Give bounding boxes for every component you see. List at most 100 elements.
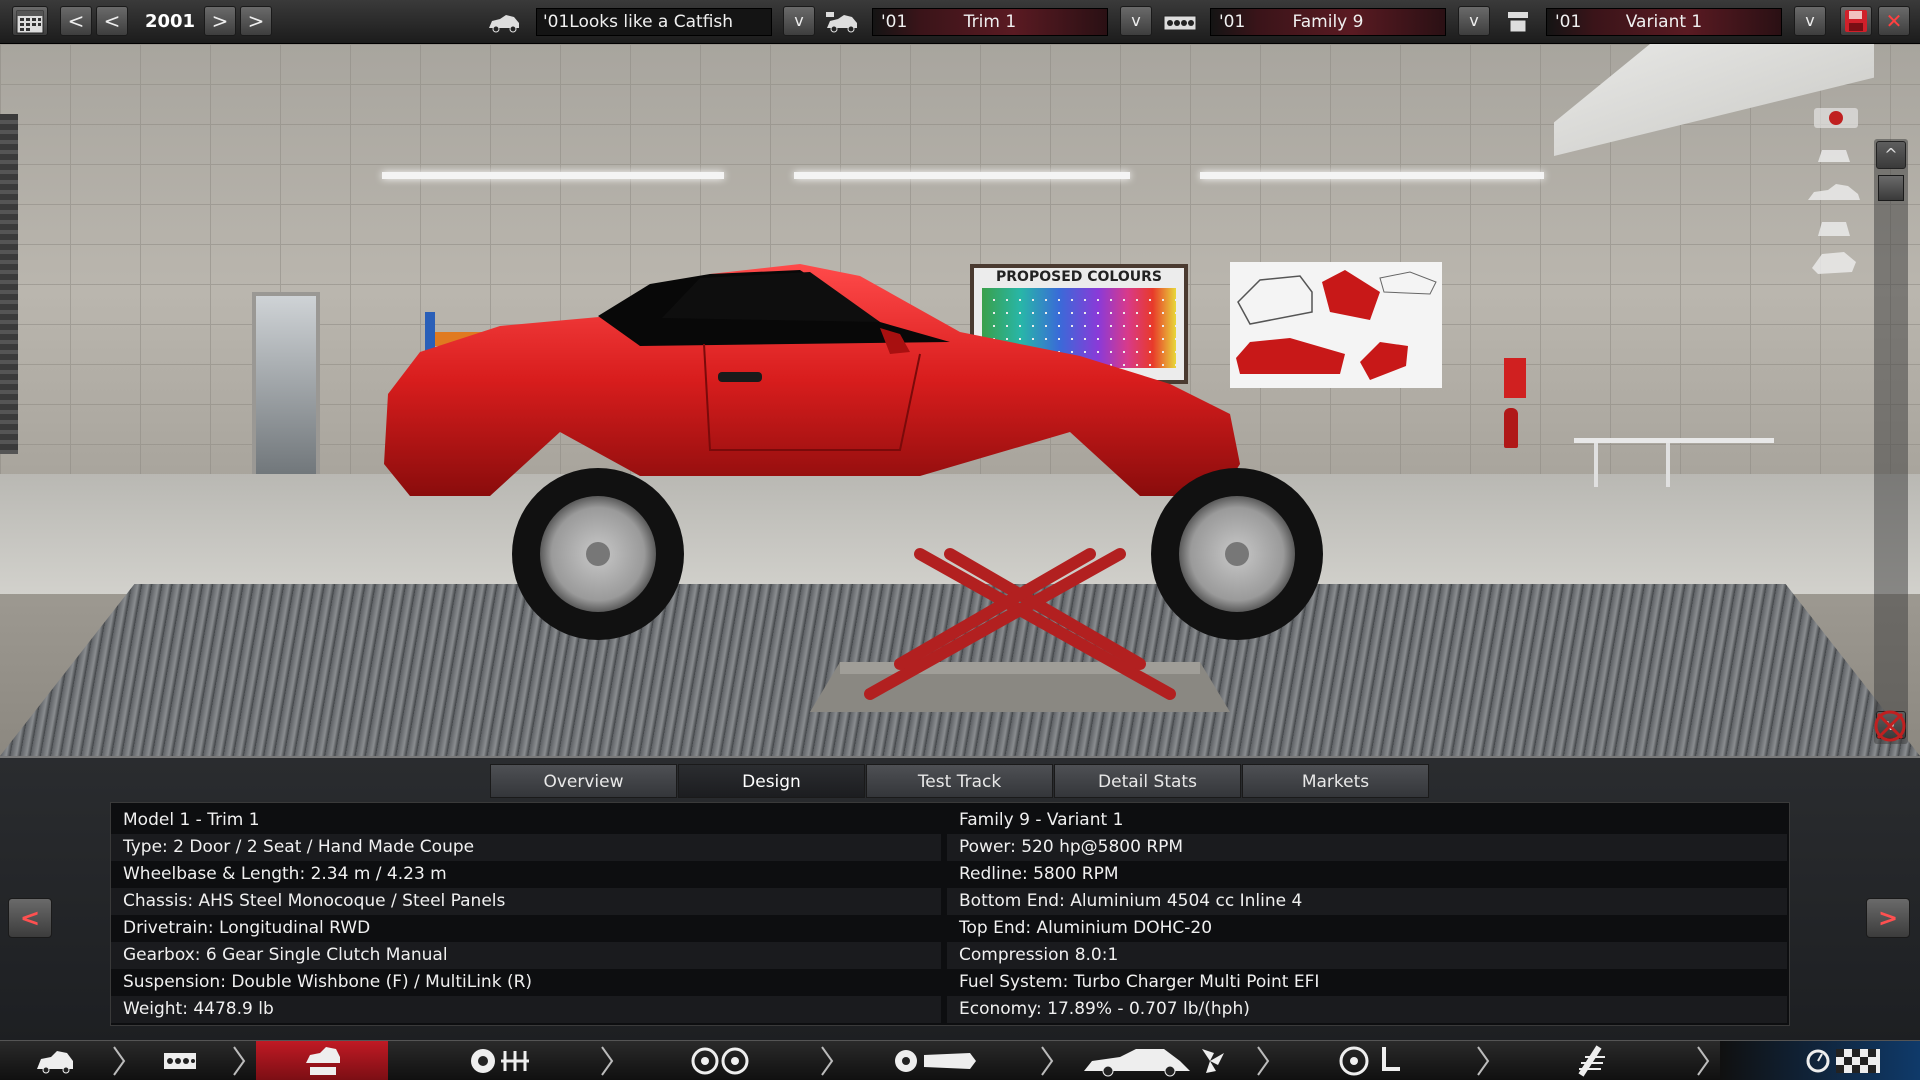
test-track-icon [1806,1049,1880,1073]
stat-row: Gearbox: 6 Gear Single Clutch Manual [111,942,941,969]
car-preview-viewport[interactable]: PROPOSED COLOURS ^ [0,44,1920,756]
stat-row: Suspension: Double Wishbone (F) / MultiL… [123,972,533,992]
reset-camera-icon[interactable] [1870,706,1910,746]
turbo-exhaust-icon [895,1050,976,1072]
calendar-button[interactable] [12,6,48,36]
chevron-right-icon [1041,1046,1054,1076]
engine-block-icon [471,1049,529,1073]
stat-row: Redline: 5800 RPM [959,864,1119,884]
window [252,292,320,482]
zoom-in-button[interactable]: ^ [1876,141,1906,169]
car-body-lift-icon [306,1047,340,1075]
family-select[interactable]: '01 Family 9 [1210,8,1446,36]
top-toolbar: < < 2001 > > '01Looks like a Catfish v '… [0,0,1920,44]
stage-car-aero[interactable] [1080,1041,1230,1080]
fire-extinguisher-sign [1504,358,1526,398]
stage-engine-parts[interactable] [680,1041,760,1080]
stat-row: Chassis: AHS Steel Monocoque / Steel Pan… [111,888,941,915]
family-name: Family 9 [1292,12,1364,32]
chevron-right-icon [1257,1046,1270,1076]
family-dropdown-button[interactable]: v [1458,6,1490,36]
variant-name: Variant 1 [1625,12,1703,32]
stage-test-track[interactable] [1720,1041,1920,1080]
next-page-button[interactable]: > [1866,898,1910,938]
stat-row: Economy: 17.89% - 0.707 lb/(hph) [947,996,1787,1023]
camera-view-icon[interactable] [1808,102,1864,130]
save-button[interactable] [1840,6,1872,36]
stage-trim[interactable] [130,1041,230,1080]
tab-test-track[interactable]: Test Track [866,764,1053,798]
side-view-icon[interactable] [1806,182,1862,206]
stat-row: Drivetrain: Longitudinal RWD [123,918,371,938]
zoom-slider-handle[interactable] [1878,175,1904,201]
chevron-right-icon [233,1046,246,1076]
year-back-fast-button[interactable]: < [60,6,92,36]
year-forward-button[interactable]: > [204,6,236,36]
stat-row: Compression 8.0:1 [947,942,1787,969]
panel-tabs: Overview Design Test Track Detail Stats … [490,764,1430,798]
three-quarter-view-icon[interactable] [1808,248,1860,278]
stage-suspension[interactable] [1560,1041,1620,1080]
stats-table: Model 1 - Trim 1 Type: 2 Door / 2 Seat /… [110,802,1790,1026]
chevron-right-icon [1477,1046,1490,1076]
front-view-icon[interactable] [1814,142,1854,168]
chevron-right-icon [113,1046,126,1076]
car-aero-icon [1084,1049,1224,1077]
garage-door [0,114,18,454]
year-display: 2001 [144,11,196,32]
design-stage-bar [0,1040,1920,1080]
stat-row: Family 9 - Variant 1 [959,810,1124,830]
zoom-slider[interactable]: ^ v [1874,139,1908,744]
tab-overview[interactable]: Overview [490,764,677,798]
year-forward-fast-button[interactable]: > [240,6,272,36]
stage-car-model[interactable] [0,1041,110,1080]
model-dropdown-button[interactable]: v [783,6,815,36]
stage-interior[interactable] [1330,1041,1410,1080]
stat-row: Model 1 - Trim 1 [123,810,260,830]
stat-row: Wheelbase & Length: 2.34 m / 4.23 m [123,864,447,884]
ceiling-lamp-2 [794,172,1130,179]
car-trim-icon [826,12,857,33]
interior-icon [1339,1046,1400,1076]
model-select[interactable]: '01Looks like a Catfish [536,8,772,36]
save-icon [1845,10,1867,32]
stat-row: Bottom End: Aluminium 4504 cc Inline 4 [947,888,1787,915]
variant-dropdown-button[interactable]: v [1794,6,1826,36]
stage-body-design[interactable] [256,1041,388,1080]
ceiling-lamp-3 [1200,172,1544,179]
trim-select[interactable]: '01 Trim 1 [872,8,1108,36]
car-model-3d[interactable] [380,264,1390,654]
fire-extinguisher [1504,408,1518,448]
stat-row: Top End: Aluminium DOHC-20 [959,918,1213,938]
prev-page-button[interactable]: < [8,898,52,938]
info-panel: Overview Design Test Track Detail Stats … [0,756,1920,1042]
trim-name: Trim 1 [963,12,1017,32]
tab-detail-stats[interactable]: Detail Stats [1054,764,1241,798]
tab-markets[interactable]: Markets [1242,764,1429,798]
car-model-icon [37,1051,73,1074]
stage-turbo-exhaust[interactable] [890,1041,980,1080]
engine-family-icon [1163,15,1197,31]
engine-parts-icon [691,1047,749,1075]
stat-row: Power: 520 hp@5800 RPM [947,834,1787,861]
suspension-icon [1578,1045,1605,1077]
stat-row: Weight: 4478.9 lb [111,996,941,1023]
workbench [1574,438,1774,488]
tab-design[interactable]: Design [678,764,865,798]
chevron-right-icon [601,1046,614,1076]
variant-select[interactable]: '01 Variant 1 [1546,8,1782,36]
trim-dropdown-button[interactable]: v [1120,6,1152,36]
trim-grille-icon [164,1053,196,1069]
car-stats-column: Model 1 - Trim 1 Type: 2 Door / 2 Seat /… [111,807,941,1023]
model-name: '01Looks like a Catfish [543,12,734,32]
rear-view-icon[interactable] [1814,216,1854,242]
stage-engine-block[interactable] [460,1041,540,1080]
ceiling-lamp-1 [382,172,724,179]
calendar-icon [16,10,44,34]
year-back-button[interactable]: < [96,6,128,36]
stat-row: Type: 2 Door / 2 Seat / Hand Made Coupe [111,834,941,861]
close-button[interactable]: ✕ [1878,6,1910,36]
engine-variant-icon [1508,12,1528,33]
engine-stats-column: Family 9 - Variant 1 Power: 520 hp@5800 … [947,807,1787,1023]
stat-row: Fuel System: Turbo Charger Multi Point E… [959,972,1320,992]
